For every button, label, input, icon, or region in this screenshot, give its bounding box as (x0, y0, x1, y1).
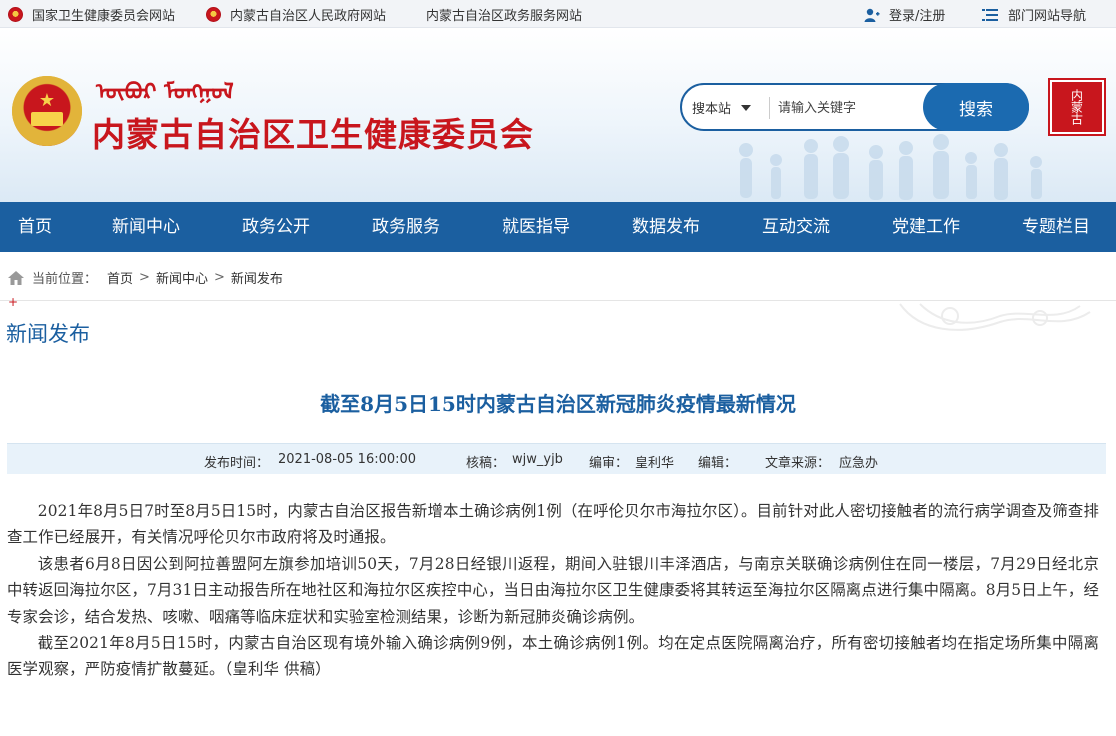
source-label: 文章来源： (765, 456, 831, 471)
search-box: 搜本站 搜索 (680, 83, 1029, 131)
main-nav: 首页 新闻中心 政务公开 政务服务 就医指导 数据发布 互动交流 党建工作 专题… (0, 202, 1116, 252)
article-meta-bar: 发布时间： 2021-08-05 16:00:00 核稿： wjw_yjb 编审… (7, 443, 1106, 474)
article-paragraph: 该患者6月8日因公到阿拉善盟阿左旗参加培训50天，7月28日经银川返程，期间入驻… (7, 554, 1099, 626)
search-scope-select[interactable]: 搜本站 (692, 98, 752, 117)
tiananmen-icon (31, 112, 63, 126)
nhc-site-link[interactable]: 国家卫生健康委员会网站 (8, 5, 175, 24)
breadcrumb-news-release[interactable]: 新闻发布 (231, 268, 283, 287)
search-divider (769, 97, 770, 119)
dept-nav-link[interactable]: 部门网站导航 (982, 5, 1086, 24)
nav-government-services[interactable]: 政务服务 (372, 202, 440, 252)
user-icon (864, 8, 880, 22)
plus-decoration-icon: + (8, 295, 19, 309)
caret-down-icon (741, 104, 752, 111)
search-scope-label: 搜本站 (692, 102, 732, 117)
search-input[interactable] (778, 96, 918, 120)
author-value: 皇利华 (635, 456, 675, 471)
nhc-site-label: 国家卫生健康委员会网站 (32, 9, 176, 24)
menu-list-icon (982, 8, 998, 21)
breadcrumb-separator: > (213, 270, 225, 285)
nav-medical-guide[interactable]: 就医指导 (502, 202, 570, 252)
site-title[interactable]: 内蒙古自治区卫生健康委员会 (92, 108, 534, 156)
national-emblem-icon (206, 7, 221, 22)
nav-party-building[interactable]: 党建工作 (892, 202, 960, 252)
breadcrumb-separator: > (139, 270, 150, 285)
editor-label: 编辑： (698, 456, 738, 471)
nav-data-release[interactable]: 数据发布 (632, 202, 700, 252)
breadcrumb-news-center[interactable]: 新闻中心 (156, 268, 208, 287)
mongolian-site-title: ᠦᠪᠦᠷ ᠮᠣᠩᠭᠣᠯ (96, 79, 234, 105)
national-emblem-logo[interactable]: ★ (12, 76, 82, 146)
author-label: 编审： (589, 456, 629, 471)
nm-service-site-label: 内蒙古自治区政务服务网站 (426, 9, 583, 24)
cloud-pattern-decoration (899, 303, 1091, 331)
nm-service-site-link[interactable]: 内蒙古自治区政务服务网站 (426, 5, 582, 24)
breadcrumb-divider (0, 300, 1116, 301)
breadcrumb-home[interactable]: 首页 (107, 268, 133, 287)
check-label: 核稿： (466, 456, 506, 471)
top-utility-bar: 国家卫生健康委员会网站 内蒙古自治区人民政府网站 内蒙古自治区政务服务网站 登录… (0, 0, 1116, 28)
breadcrumb: 当前位置： 首页 > 新闻中心 > 新闻发布 (8, 268, 283, 287)
site-header-banner: ★ ᠦᠪᠦᠷ ᠮᠣᠩᠭᠣᠯ 内蒙古自治区卫生健康委员会 搜本站 搜索 内蒙古 (0, 28, 1116, 202)
article-body: 2021年8月5日7时至8月5日15时，内蒙古自治区报告新增本土确诊病例1例（在… (7, 498, 1099, 683)
red-seal-logo: 内蒙古 (1048, 78, 1106, 136)
source-value: 应急办 (839, 456, 879, 471)
check-value: wjw_yjb (512, 452, 563, 467)
nav-interaction[interactable]: 互动交流 (762, 202, 830, 252)
publish-time-value: 2021-08-05 16:00:00 (278, 452, 417, 467)
publish-time-label: 发布时间： (204, 456, 270, 471)
article-title: 截至8月5日15时内蒙古自治区新冠肺炎疫情最新情况 (320, 392, 796, 416)
breadcrumb-prefix: 当前位置： (32, 272, 98, 287)
people-silhouette-decoration (739, 134, 1042, 200)
search-button[interactable]: 搜索 (923, 83, 1029, 131)
nav-special-topics[interactable]: 专题栏目 (1022, 202, 1090, 252)
article-paragraph: 2021年8月5日7时至8月5日15时，内蒙古自治区报告新增本土确诊病例1例（在… (7, 502, 1099, 547)
nav-home[interactable]: 首页 (18, 202, 52, 252)
star-icon: ★ (38, 90, 56, 111)
login-register-label: 登录/注册 (889, 9, 946, 24)
section-title: 新闻发布 (6, 322, 90, 346)
article-paragraph: 截至2021年8月5日15时，内蒙古自治区现有境外输入确诊病例9例，本土确诊病例… (7, 634, 1099, 679)
nm-gov-site-label: 内蒙古自治区人民政府网站 (230, 9, 387, 24)
nav-news-center[interactable]: 新闻中心 (112, 202, 180, 252)
national-emblem-icon (8, 7, 23, 22)
dept-nav-label: 部门网站导航 (1008, 9, 1087, 24)
home-icon (8, 270, 24, 285)
login-register-link[interactable]: 登录/注册 (864, 5, 945, 24)
nm-gov-site-link[interactable]: 内蒙古自治区人民政府网站 (206, 5, 386, 24)
nav-government-affairs[interactable]: 政务公开 (242, 202, 310, 252)
seal-text: 内蒙古 (1052, 82, 1102, 132)
